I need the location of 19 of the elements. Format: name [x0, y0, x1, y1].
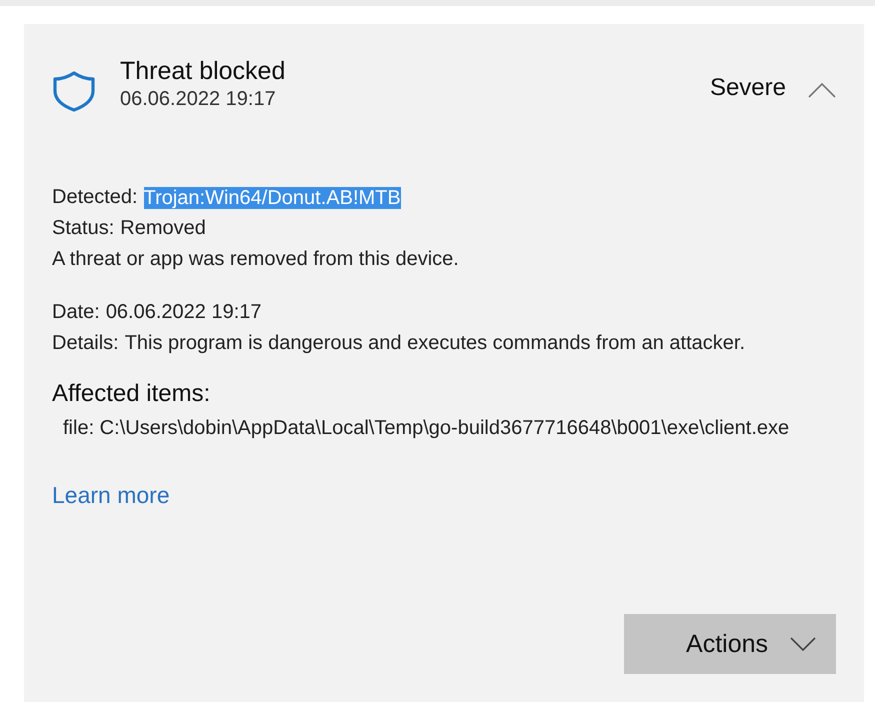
- threat-title: Threat blocked: [120, 56, 286, 86]
- threat-timestamp: 06.06.2022 19:17: [120, 88, 277, 111]
- affected-file-path: file: C:\Users\dobin\AppData\Local\Temp\go-build3677716648\b001\exe\client.exe: [63, 416, 790, 441]
- date-value: 06.06.2022 19:17: [106, 300, 262, 325]
- learn-more-link[interactable]: Learn more: [52, 480, 170, 511]
- actions-button[interactable]: Actions: [624, 614, 836, 674]
- shield-icon: [52, 70, 96, 112]
- chevron-down-icon: [790, 637, 816, 651]
- severity-label: Severe: [710, 74, 786, 102]
- details-label: Details:: [52, 331, 119, 356]
- status-message: A threat or app was removed from this device.: [52, 247, 459, 272]
- chevron-up-icon[interactable]: [808, 82, 836, 98]
- date-label: Date:: [52, 300, 100, 325]
- status-label: Status:: [52, 216, 114, 241]
- details-value: This program is dangerous and executes commands from an attacker.: [124, 331, 746, 356]
- detected-threat-name: Trojan:Win64/Donut.AB!MTB: [144, 186, 401, 208]
- status-value: Removed: [120, 216, 206, 241]
- affected-items-heading: Affected items:: [52, 379, 212, 409]
- detected-label: Detected:: [52, 185, 138, 210]
